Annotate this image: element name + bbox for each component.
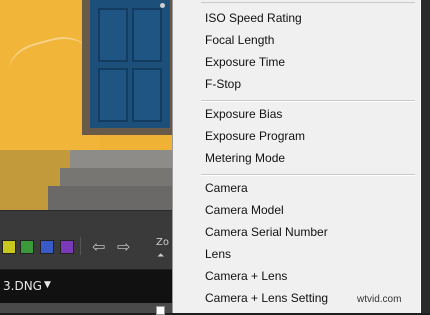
menu-item-exposure-bias[interactable]: Exposure Bias (205, 103, 282, 125)
menu-item-camera[interactable]: Camera (205, 177, 248, 199)
menu-item-exposure-time[interactable]: Exposure Time (205, 51, 285, 73)
menu-item-camera-lens[interactable]: Camera + Lens (205, 265, 287, 287)
checkbox[interactable] (156, 306, 165, 315)
color-label-blue[interactable] (40, 240, 54, 254)
menu-item-camera-serial-number[interactable]: Camera Serial Number (205, 221, 328, 243)
menu-item-camera-model[interactable]: Camera Model (205, 199, 284, 221)
menu-separator (201, 174, 415, 176)
color-label-purple[interactable] (60, 240, 74, 254)
zoom-label: Zo (156, 237, 169, 248)
menu-separator (201, 2, 415, 3)
previous-arrow-icon[interactable]: ⇦ (92, 239, 105, 255)
menu-item-focal-length[interactable]: Focal Length (205, 29, 274, 51)
menu-item-camera-lens-setting[interactable]: Camera + Lens Setting (205, 287, 328, 309)
filename-label: 3.DNG (3, 279, 42, 293)
color-label-green[interactable] (20, 240, 34, 254)
right-panel-edge (420, 0, 430, 313)
zoom-slider-icon[interactable]: ⏶ (157, 251, 164, 261)
menu-separator (201, 100, 415, 102)
watermark-text: wtvid.com (357, 294, 402, 305)
dropdown-caret-icon[interactable]: ▼ (44, 280, 51, 290)
door (90, 0, 170, 128)
info-overlay-menu: ISO Speed Rating Focal Length Exposure T… (172, 0, 421, 313)
menu-item-iso-speed-rating[interactable]: ISO Speed Rating (205, 7, 302, 29)
menu-item-f-stop[interactable]: F-Stop (205, 73, 241, 95)
menu-item-lens[interactable]: Lens (205, 243, 231, 265)
next-arrow-icon[interactable]: ⇨ (117, 239, 130, 255)
cursor-marker (160, 3, 165, 8)
toolbar-divider (80, 237, 81, 255)
menu-item-metering-mode[interactable]: Metering Mode (205, 147, 285, 169)
color-label-yellow[interactable] (2, 240, 16, 254)
menu-item-exposure-program[interactable]: Exposure Program (205, 125, 305, 147)
